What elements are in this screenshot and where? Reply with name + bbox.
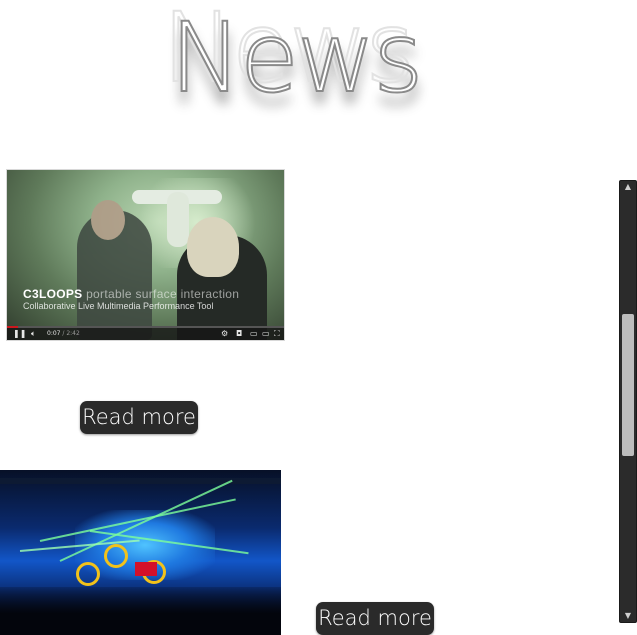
theater-icon[interactable]: ▭	[262, 328, 270, 339]
performer-left	[77, 200, 152, 340]
video-caption-title-rest: portable surface interaction	[82, 287, 240, 301]
crowd-silhouette	[0, 587, 281, 635]
pause-icon[interactable]: ❚❚	[13, 328, 26, 339]
stage-truss	[0, 478, 281, 484]
video-caption: C3LOOPS portable surface interaction Col…	[23, 288, 239, 312]
read-more-button[interactable]: Read more	[80, 401, 198, 434]
video-caption-title: C3LOOPS portable surface interaction	[23, 288, 239, 301]
dancer-figure	[167, 192, 189, 247]
page-title-text: News	[169, 2, 424, 114]
stage-light-ring	[104, 544, 128, 568]
fullscreen-icon[interactable]: ⛶	[274, 328, 280, 339]
scroll-down-icon[interactable]: ▼	[620, 610, 636, 622]
scroll-up-icon[interactable]: ▲	[620, 181, 636, 193]
video-time: 0:07 / 2:42	[47, 328, 80, 339]
scrollbar-thumb[interactable]	[622, 314, 634, 456]
video-caption-brand: C3LOOPS	[23, 287, 83, 301]
read-more-button[interactable]: Read more	[316, 602, 434, 635]
settings-icon[interactable]: ⚙	[221, 328, 228, 339]
video-player[interactable]: C3LOOPS portable surface interaction Col…	[6, 169, 285, 341]
stage-light-ring	[76, 562, 100, 586]
miniplayer-icon[interactable]: ▭	[250, 328, 258, 339]
scrollbar[interactable]: ▲ ▼	[619, 180, 637, 623]
performer-head	[91, 200, 125, 240]
performer-hair	[187, 217, 239, 277]
concert-image	[0, 470, 281, 635]
captions-icon[interactable]: ◘	[236, 328, 242, 339]
video-caption-subtitle: Collaborative Live Multimedia Performanc…	[23, 301, 214, 311]
page-title: News News News	[150, 0, 450, 120]
stage-red-light	[135, 562, 157, 576]
video-duration: / 2:42	[60, 330, 80, 337]
video-controls: ❚❚ 🔈︎ 0:07 / 2:42 ⚙ ◘ ▭ ▭ ⛶	[7, 326, 284, 340]
volume-icon[interactable]: 🔈︎	[31, 328, 36, 339]
video-current-time: 0:07	[47, 330, 61, 337]
